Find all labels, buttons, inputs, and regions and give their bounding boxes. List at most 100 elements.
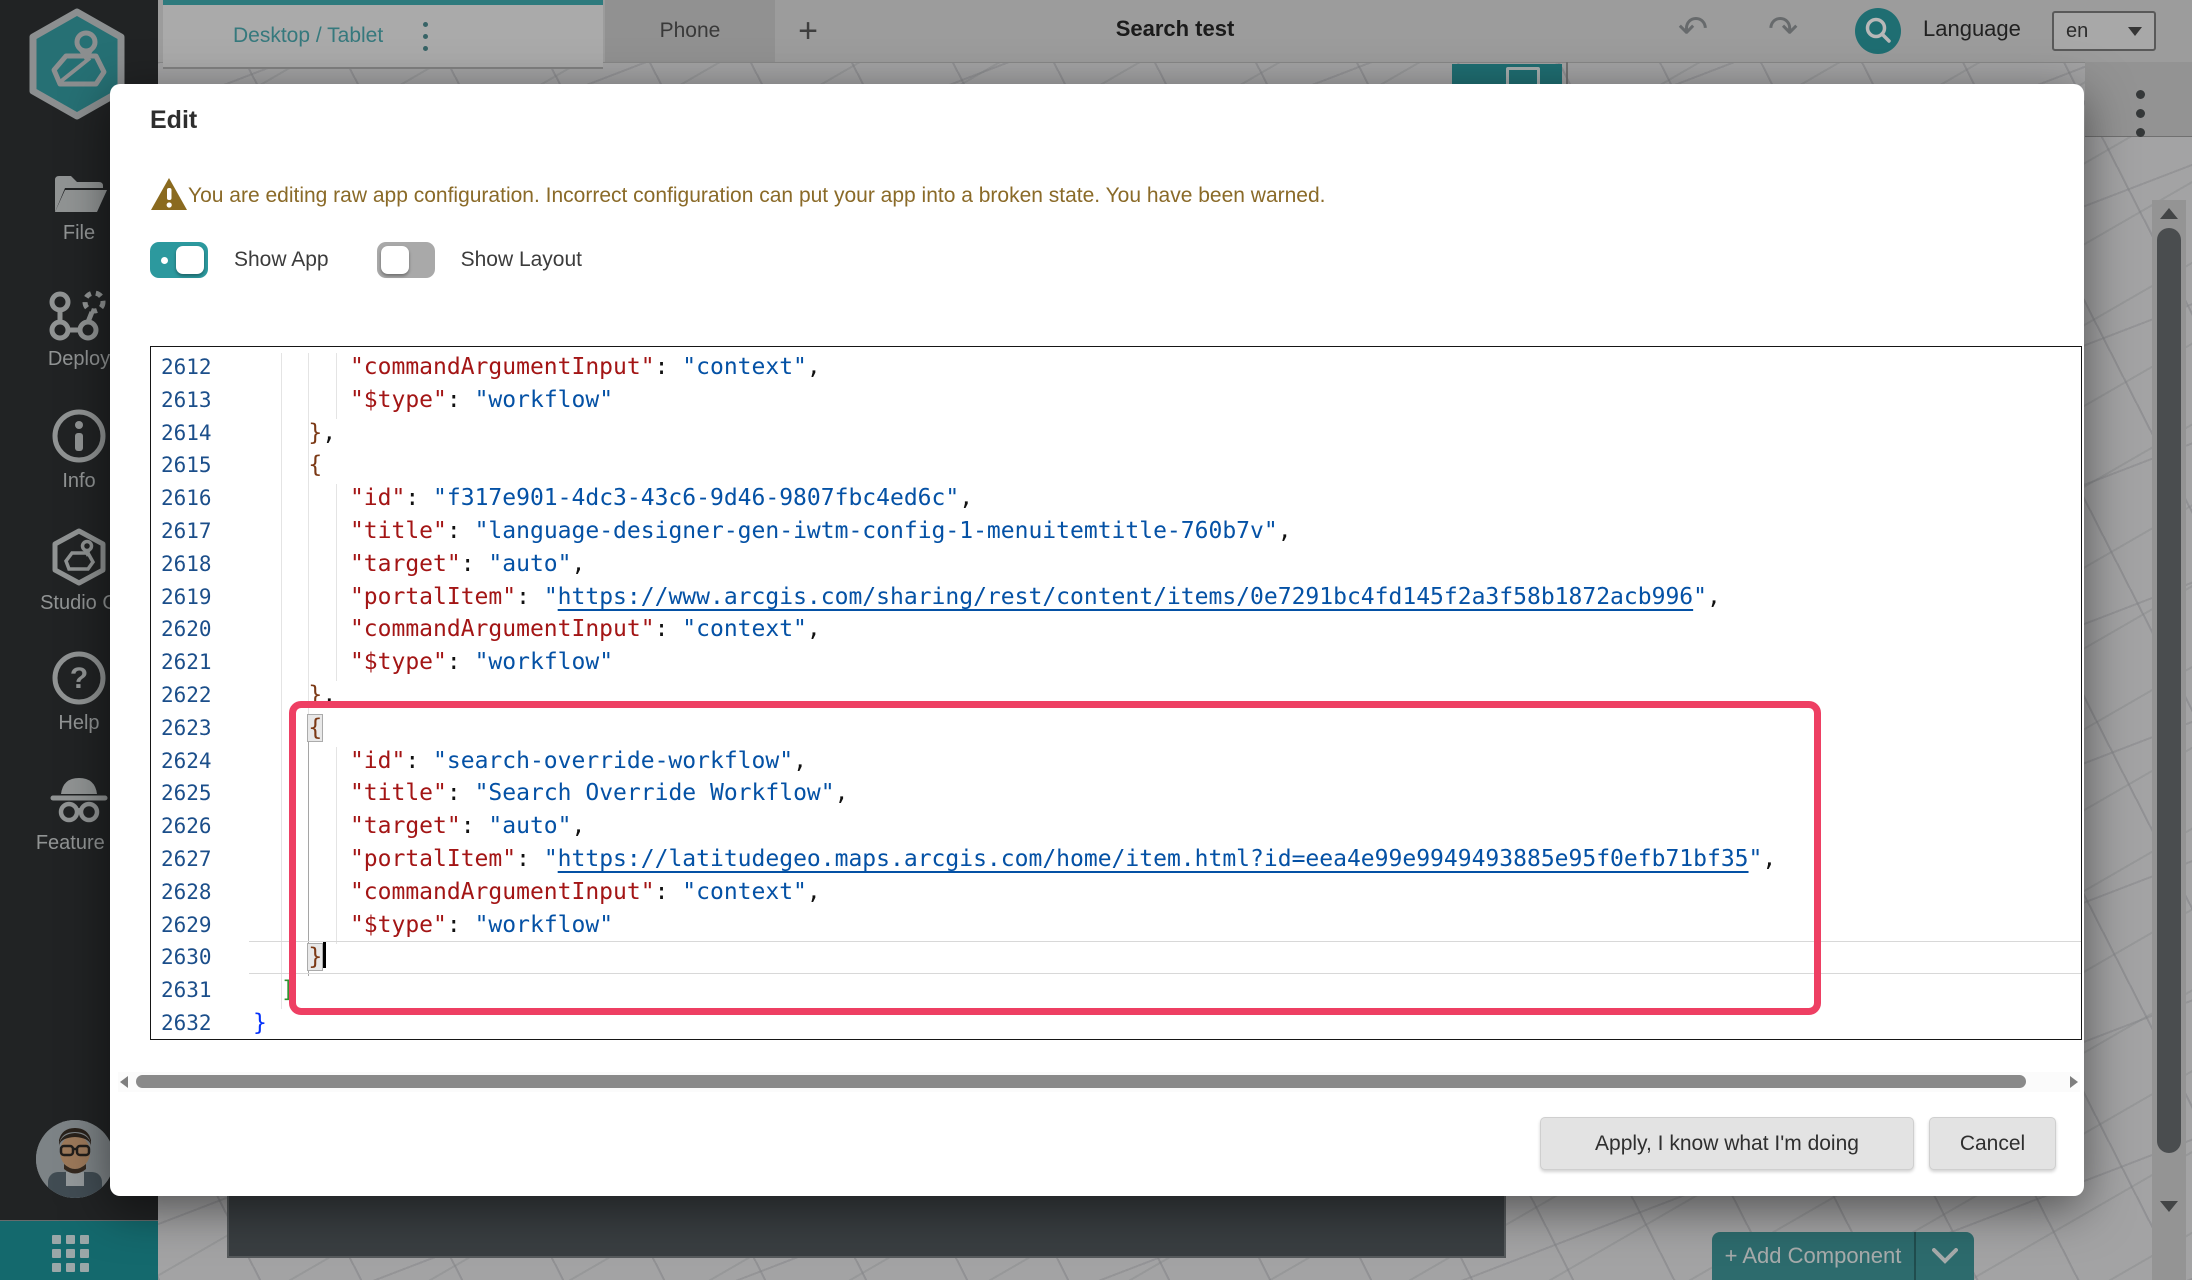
code-token: , — [793, 748, 807, 774]
line-number: 2621 — [151, 646, 249, 679]
editor-horizontal-scrollbar[interactable] — [118, 1072, 2080, 1092]
code-line[interactable]: "portalItem": "https://www.arcgis.com/sh… — [249, 581, 2081, 614]
show-layout-label: Show Layout — [461, 248, 582, 272]
code-token: } — [308, 944, 322, 970]
code-token: , — [1707, 584, 1721, 610]
code-token: ] — [281, 977, 295, 1003]
code-token: "language-designer-gen-iwtm-config-1-men… — [475, 518, 1278, 544]
line-number: 2631 — [151, 974, 249, 1007]
code-token: " — [1749, 846, 1763, 872]
code-token: "commandArgumentInput" — [350, 354, 655, 380]
line-number: 2617 — [151, 515, 249, 548]
code-token: "context" — [682, 354, 807, 380]
json-code-editor[interactable]: 2612261326142615261626172618261926202621… — [150, 346, 2082, 1040]
code-token: : — [447, 780, 475, 806]
warning-icon — [150, 176, 188, 212]
line-number: 2629 — [151, 909, 249, 942]
code-line[interactable]: "commandArgumentInput": "context", — [249, 613, 2081, 646]
code-token: { — [308, 452, 322, 478]
code-line[interactable]: "$type": "workflow" — [249, 909, 2081, 942]
code-line[interactable]: "portalItem": "https://latitudegeo.maps.… — [249, 843, 2081, 876]
code-line[interactable]: ] — [249, 974, 2081, 1007]
h-scrollbar-thumb[interactable] — [136, 1075, 2026, 1088]
line-number-gutter: 2612261326142615261626172618261926202621… — [151, 351, 249, 1040]
line-number: 2622 — [151, 679, 249, 712]
code-token: , — [807, 616, 821, 642]
code-token: : — [461, 551, 489, 577]
code-token: "$type" — [350, 649, 447, 675]
code-line[interactable]: "commandArgumentInput": "context", — [249, 351, 2081, 384]
code-line[interactable]: "target": "auto", — [249, 810, 2081, 843]
screen: Desktop / Tablet Phone + Search test ↶ ↷… — [0, 0, 2192, 1280]
code-line[interactable]: "id": "f317e901-4dc3-43c6-9d46-9807fbc4e… — [249, 482, 2081, 515]
code-line[interactable]: }, — [249, 417, 2081, 450]
code-token: "id" — [350, 748, 405, 774]
code-token: : — [447, 649, 475, 675]
code-token: , — [807, 354, 821, 380]
code-token: "$type" — [350, 387, 447, 413]
code-area[interactable]: "commandArgumentInput": "context", "$typ… — [249, 351, 2081, 1040]
code-token: , — [572, 813, 586, 839]
code-token: : — [655, 879, 683, 905]
warning-banner: You are editing raw app configuration. I… — [150, 176, 1326, 212]
show-app-label: Show App — [234, 248, 329, 272]
code-token: : — [655, 616, 683, 642]
code-token: "$type" — [350, 912, 447, 938]
code-token: , — [959, 485, 973, 511]
line-number: 2615 — [151, 449, 249, 482]
code-token: : — [655, 354, 683, 380]
line-number: 2630 — [151, 941, 249, 974]
toggle-knob — [381, 246, 409, 274]
code-token: "workflow" — [475, 649, 613, 675]
code-line[interactable]: "title": "Search Override Workflow", — [249, 777, 2081, 810]
url-link[interactable]: https://latitudegeo.maps.arcgis.com/home… — [558, 846, 1749, 872]
show-app-toggle[interactable] — [150, 242, 208, 278]
code-line[interactable]: }, — [249, 679, 2081, 712]
code-token: "portalItem" — [350, 584, 516, 610]
code-token: , — [835, 780, 849, 806]
code-token: , — [1762, 846, 1776, 872]
code-token: , — [572, 551, 586, 577]
url-link[interactable]: https://www.arcgis.com/sharing/rest/cont… — [558, 584, 1693, 610]
code-token: "target" — [350, 551, 461, 577]
code-line[interactable]: } — [249, 1007, 2081, 1040]
code-token: : — [516, 584, 544, 610]
cancel-button[interactable]: Cancel — [1929, 1117, 2056, 1170]
code-token: "Search Override Workflow" — [475, 780, 835, 806]
code-line[interactable]: "target": "auto", — [249, 548, 2081, 581]
code-line[interactable]: { — [249, 712, 2081, 745]
line-number: 2618 — [151, 548, 249, 581]
code-token: : — [516, 846, 544, 872]
code-line[interactable]: "$type": "workflow" — [249, 646, 2081, 679]
line-number: 2628 — [151, 876, 249, 909]
code-token: } — [308, 682, 322, 708]
code-line[interactable]: { — [249, 449, 2081, 482]
code-token: } — [308, 420, 322, 446]
line-number: 2614 — [151, 417, 249, 450]
code-line[interactable]: } — [249, 941, 2081, 974]
code-line[interactable]: "id": "search-override-workflow", — [249, 745, 2081, 778]
line-number: 2624 — [151, 745, 249, 778]
warning-text: You are editing raw app configuration. I… — [188, 184, 1326, 208]
code-line[interactable]: "commandArgumentInput": "context", — [249, 876, 2081, 909]
line-number: 2627 — [151, 843, 249, 876]
line-number: 2632 — [151, 1007, 249, 1040]
code-line[interactable]: "title": "language-designer-gen-iwtm-con… — [249, 515, 2081, 548]
line-number: 2623 — [151, 712, 249, 745]
dialog-title: Edit — [150, 106, 197, 135]
line-number: 2626 — [151, 810, 249, 843]
line-number: 2616 — [151, 482, 249, 515]
apply-button[interactable]: Apply, I know what I'm doing — [1540, 1117, 1914, 1170]
code-token: " — [1693, 584, 1707, 610]
code-token: , — [807, 879, 821, 905]
code-token: : — [405, 485, 433, 511]
scroll-left-icon[interactable] — [120, 1076, 128, 1088]
code-token: "auto" — [488, 551, 571, 577]
show-layout-toggle[interactable] — [377, 242, 435, 278]
scroll-right-icon[interactable] — [2070, 1076, 2078, 1088]
code-token: "search-override-workflow" — [433, 748, 793, 774]
code-token: : — [405, 748, 433, 774]
code-token: " — [544, 584, 558, 610]
code-line[interactable]: "$type": "workflow" — [249, 384, 2081, 417]
code-token: "f317e901-4dc3-43c6-9d46-9807fbc4ed6c" — [433, 485, 959, 511]
